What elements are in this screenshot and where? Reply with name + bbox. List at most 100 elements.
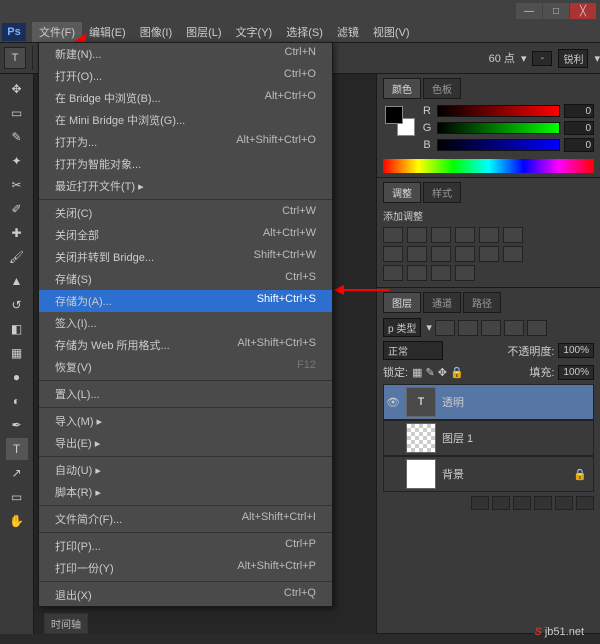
layer-filter-kind[interactable]: p 类型	[383, 318, 421, 337]
pen-tool-icon[interactable]: ✒	[6, 414, 28, 436]
menu-item[interactable]: 置入(L)...	[39, 383, 332, 405]
adj-icon[interactable]	[479, 227, 499, 243]
menu-item[interactable]: 打开为...Alt+Shift+Ctrl+O	[39, 131, 332, 153]
menu-select[interactable]: 选择(S)	[279, 22, 330, 42]
menu-item[interactable]: 打开(O)...Ctrl+O	[39, 65, 332, 87]
filter-icon[interactable]	[435, 320, 455, 336]
menu-item[interactable]: 打印(P)...Ctrl+P	[39, 535, 332, 557]
adj-icon[interactable]	[383, 265, 403, 281]
menu-item[interactable]: 导入(M) ▸	[39, 410, 332, 432]
menu-item[interactable]: 在 Mini Bridge 中浏览(G)...	[39, 109, 332, 131]
dodge-tool-icon[interactable]: ◐	[6, 390, 28, 412]
menu-type[interactable]: 文字(Y)	[229, 22, 280, 42]
aa-dropdown[interactable]: -	[532, 51, 552, 66]
menu-item[interactable]: 导出(E) ▸	[39, 432, 332, 454]
adj-icon[interactable]	[407, 246, 427, 262]
tab-channels[interactable]: 通道	[423, 292, 461, 313]
menu-item[interactable]: 文件简介(F)...Alt+Shift+Ctrl+I	[39, 508, 332, 530]
menu-item[interactable]: 打开为智能对象...	[39, 153, 332, 175]
shape-tool-icon[interactable]: ▭	[6, 486, 28, 508]
visibility-icon[interactable]	[386, 467, 400, 481]
filter-icon[interactable]	[481, 320, 501, 336]
layer-item[interactable]: 背景 🔒	[383, 456, 594, 492]
menu-item[interactable]: 关闭并转到 Bridge...Shift+Ctrl+W	[39, 246, 332, 268]
fg-bg-swatch[interactable]	[385, 106, 415, 136]
adj-layer-icon[interactable]	[513, 496, 531, 510]
tab-adjustments[interactable]: 调整	[383, 182, 421, 203]
adj-icon[interactable]	[431, 265, 451, 281]
adj-icon[interactable]	[431, 246, 451, 262]
wand-tool-icon[interactable]: ✦	[6, 150, 28, 172]
adj-icon[interactable]	[503, 227, 523, 243]
move-tool-icon[interactable]: ✥	[6, 78, 28, 100]
blend-mode[interactable]: 正常	[383, 341, 443, 360]
tab-styles[interactable]: 样式	[423, 182, 461, 203]
visibility-icon[interactable]: 👁	[386, 395, 400, 409]
marquee-tool-icon[interactable]: ▭	[6, 102, 28, 124]
slider-g[interactable]	[437, 122, 560, 134]
menu-filter[interactable]: 滤镜	[330, 22, 366, 42]
eraser-tool-icon[interactable]: ◧	[6, 318, 28, 340]
adj-icon[interactable]	[431, 227, 451, 243]
menu-item[interactable]: 自动(U) ▸	[39, 459, 332, 481]
aa-method[interactable]: 锐利	[558, 49, 588, 68]
slider-b[interactable]	[437, 139, 560, 151]
slider-r[interactable]	[437, 105, 560, 117]
menu-file[interactable]: 文件(F)	[32, 22, 82, 42]
stamp-tool-icon[interactable]: ▲	[6, 270, 28, 292]
adj-icon[interactable]	[455, 265, 475, 281]
adj-icon[interactable]	[407, 265, 427, 281]
filter-icon[interactable]	[504, 320, 524, 336]
menu-view[interactable]: 视图(V)	[366, 22, 417, 42]
layer-item[interactable]: 👁 T 透明	[383, 384, 594, 420]
window-maximize[interactable]: □	[543, 3, 569, 19]
gradient-tool-icon[interactable]: ▦	[6, 342, 28, 364]
visibility-icon[interactable]	[386, 431, 400, 445]
trash-icon[interactable]	[576, 496, 594, 510]
lasso-tool-icon[interactable]: ✎	[6, 126, 28, 148]
fx-icon[interactable]	[471, 496, 489, 510]
tab-swatches[interactable]: 色板	[423, 78, 461, 99]
menu-image[interactable]: 图像(I)	[133, 22, 179, 42]
menu-item[interactable]: 脚本(R) ▸	[39, 481, 332, 503]
adj-icon[interactable]	[479, 246, 499, 262]
menu-item[interactable]: 关闭(C)Ctrl+W	[39, 202, 332, 224]
blur-tool-icon[interactable]: ●	[6, 366, 28, 388]
menu-item[interactable]: 打印一份(Y)Alt+Shift+Ctrl+P	[39, 557, 332, 579]
menu-item[interactable]: 最近打开文件(T) ▸	[39, 175, 332, 197]
new-layer-icon[interactable]	[555, 496, 573, 510]
group-icon[interactable]	[534, 496, 552, 510]
tab-layers[interactable]: 图层	[383, 292, 421, 313]
filter-icon[interactable]	[527, 320, 547, 336]
value-b[interactable]: 0	[564, 138, 594, 152]
layer-item[interactable]: 图层 1	[383, 420, 594, 456]
brush-tool-icon[interactable]: 🖌	[6, 246, 28, 268]
mask-icon[interactable]	[492, 496, 510, 510]
adj-icon[interactable]	[407, 227, 427, 243]
adj-icon[interactable]	[455, 227, 475, 243]
adj-icon[interactable]	[383, 246, 403, 262]
menu-item[interactable]: 存储(S)Ctrl+S	[39, 268, 332, 290]
path-tool-icon[interactable]: ↗	[6, 462, 28, 484]
eyedropper-tool-icon[interactable]: ✐	[6, 198, 28, 220]
adj-icon[interactable]	[503, 246, 523, 262]
menu-item[interactable]: 新建(N)...Ctrl+N	[39, 43, 332, 65]
hand-tool-icon[interactable]: ✋	[6, 510, 28, 532]
menu-layer[interactable]: 图层(L)	[179, 22, 228, 42]
opacity-value[interactable]: 100%	[558, 343, 594, 358]
filter-icon[interactable]	[458, 320, 478, 336]
color-spectrum[interactable]	[383, 159, 594, 173]
fill-value[interactable]: 100%	[558, 365, 594, 380]
crop-tool-icon[interactable]: ✂	[6, 174, 28, 196]
menu-edit[interactable]: 编辑(E)	[82, 22, 133, 42]
tab-paths[interactable]: 路径	[463, 292, 501, 313]
menu-item[interactable]: 在 Bridge 中浏览(B)...Alt+Ctrl+O	[39, 87, 332, 109]
heal-tool-icon[interactable]: ✚	[6, 222, 28, 244]
tool-preset-icon[interactable]: T	[4, 47, 26, 69]
menu-item[interactable]: 存储为(A)...Shift+Ctrl+S	[39, 290, 332, 312]
menu-item[interactable]: 退出(X)Ctrl+Q	[39, 584, 332, 606]
menu-item[interactable]: 关闭全部Alt+Ctrl+W	[39, 224, 332, 246]
font-size-field[interactable]: 60 点	[489, 50, 515, 66]
tab-color[interactable]: 颜色	[383, 78, 421, 99]
value-r[interactable]: 0	[564, 104, 594, 118]
